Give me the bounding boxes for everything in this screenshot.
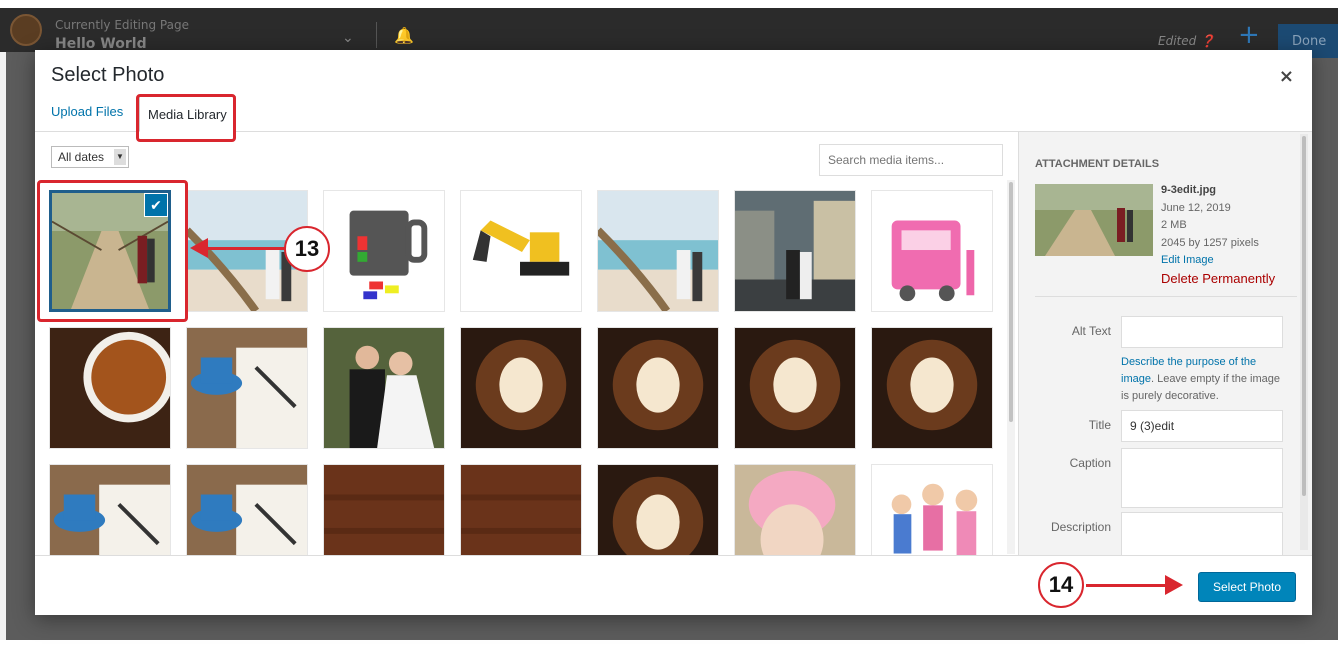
sidebar-scroll-thumb[interactable] [1302, 136, 1306, 496]
title-label: Title [1088, 418, 1111, 432]
toy-excavator-image [461, 191, 581, 311]
description-field[interactable] [1121, 512, 1283, 555]
annotation-step-13: 13 [284, 226, 330, 272]
kids-group-image [872, 465, 992, 555]
latte-art-image [461, 328, 581, 448]
edited-status: Edited ❓ [1158, 34, 1215, 48]
media-item-baby-helmet[interactable] [734, 464, 856, 555]
divider [376, 22, 377, 48]
attachment-details-panel: ATTACHMENT DETAILS 9-3edit.jpg June 12, … [1018, 132, 1312, 555]
media-item-coffee-notebook-2[interactable] [49, 464, 171, 555]
latte-art-image-5 [598, 465, 718, 555]
city-couple-image [735, 191, 855, 311]
caption-field[interactable] [1121, 448, 1283, 508]
media-item-coffee-notebook-3[interactable] [186, 464, 308, 555]
description-label: Description [1050, 520, 1111, 534]
caption-label: Caption [1069, 456, 1111, 470]
baby-helmet-image [735, 465, 855, 555]
media-item-wedding-couple[interactable] [323, 327, 445, 449]
attachment-preview [1035, 184, 1153, 256]
attachment-dimensions: 2045 by 1257 pixels [1161, 236, 1259, 249]
coffee-notebook-image-2 [50, 465, 170, 555]
modal-title: Select Photo [51, 64, 165, 86]
chevron-down-icon[interactable]: ⌄ [342, 30, 354, 46]
media-item-coffee-beans-cup[interactable] [49, 327, 171, 449]
alt-text-help: Describe the purpose of the image. Leave… [1121, 354, 1281, 405]
media-item-latte-art-3[interactable] [734, 327, 856, 449]
media-item-latte-art-4[interactable] [871, 327, 993, 449]
annotation-arrow-13-head [190, 238, 208, 258]
latte-art-image-3 [735, 328, 855, 448]
editing-label: Currently Editing Page [55, 18, 189, 32]
attachment-info: 9-3edit.jpg June 12, 2019 2 MB 2045 by 1… [1161, 182, 1275, 287]
editor-canvas-edge [0, 52, 6, 642]
date-filter-value: All dates [58, 150, 105, 164]
coffee-notebook-image-3 [187, 465, 307, 555]
close-icon[interactable]: × [1279, 66, 1294, 87]
bottom-edge [0, 640, 1338, 648]
search-media-input[interactable] [819, 144, 1003, 176]
alt-text-field[interactable] [1121, 316, 1283, 348]
media-item-latte-art-5[interactable] [597, 464, 719, 555]
annotation-arrow-14-line [1086, 584, 1166, 587]
media-item-coffee-notebook[interactable] [186, 327, 308, 449]
attachment-date: June 12, 2019 [1161, 201, 1231, 214]
select-photo-button[interactable]: Select Photo [1198, 572, 1296, 602]
attachment-details-heading: ATTACHMENT DETAILS [1035, 158, 1160, 170]
attachment-filename: 9-3edit.jpg [1161, 184, 1217, 196]
add-icon[interactable]: + [1238, 20, 1260, 50]
highlight-media-library-tab [136, 94, 236, 142]
media-item-city-couple[interactable] [734, 190, 856, 312]
attachment-size: 2 MB [1161, 219, 1187, 231]
select-photo-modal: Select Photo × Upload Files Media Librar… [35, 50, 1312, 615]
coffee-beans-cup-image [50, 328, 170, 448]
media-item-beach-couple-2[interactable] [597, 190, 719, 312]
annotation-arrow-13-line [205, 247, 285, 250]
annotation-step-14: 14 [1038, 562, 1084, 608]
media-item-latte-art-2[interactable] [597, 327, 719, 449]
media-item-lego-mug[interactable] [323, 190, 445, 312]
attachment-preview-image [1035, 184, 1153, 256]
annotation-arrow-14-head [1165, 575, 1183, 595]
site-logo-icon [10, 14, 42, 46]
lego-mug-image [324, 191, 444, 311]
wedding-couple-image [324, 328, 444, 448]
media-item-latte-art-1[interactable] [460, 327, 582, 449]
barbie-camper-image [872, 191, 992, 311]
highlight-selected-item [37, 180, 188, 322]
tab-upload-files[interactable]: Upload Files [51, 104, 123, 119]
coffee-notebook-image [187, 328, 307, 448]
media-item-toy-excavator[interactable] [460, 190, 582, 312]
editor-topbar [0, 8, 1338, 52]
delete-permanently-link[interactable]: Delete Permanently [1161, 270, 1275, 288]
wood-coffee-image [324, 465, 444, 555]
top-edge [0, 0, 1338, 8]
media-item-kids-group[interactable] [871, 464, 993, 555]
beach-couple-image-2 [598, 191, 718, 311]
edit-image-link[interactable]: Edit Image [1161, 252, 1275, 270]
divider [1035, 296, 1297, 297]
media-grid-scroll-thumb[interactable] [1009, 182, 1013, 422]
alt-text-label: Alt Text [1071, 324, 1111, 338]
wood-coffee-image-2 [461, 465, 581, 555]
dropdown-arrow-icon: ▼ [114, 149, 126, 165]
date-filter-select[interactable]: All dates ▼ [51, 146, 129, 168]
title-field[interactable]: 9 (3)edit [1121, 410, 1283, 442]
latte-art-image-2 [598, 328, 718, 448]
media-item-wood-coffee-2[interactable] [460, 464, 582, 555]
bell-icon[interactable]: 🔔 [394, 26, 414, 45]
latte-art-image-4 [872, 328, 992, 448]
media-item-wood-coffee[interactable] [323, 464, 445, 555]
media-item-barbie-camper[interactable] [871, 190, 993, 312]
